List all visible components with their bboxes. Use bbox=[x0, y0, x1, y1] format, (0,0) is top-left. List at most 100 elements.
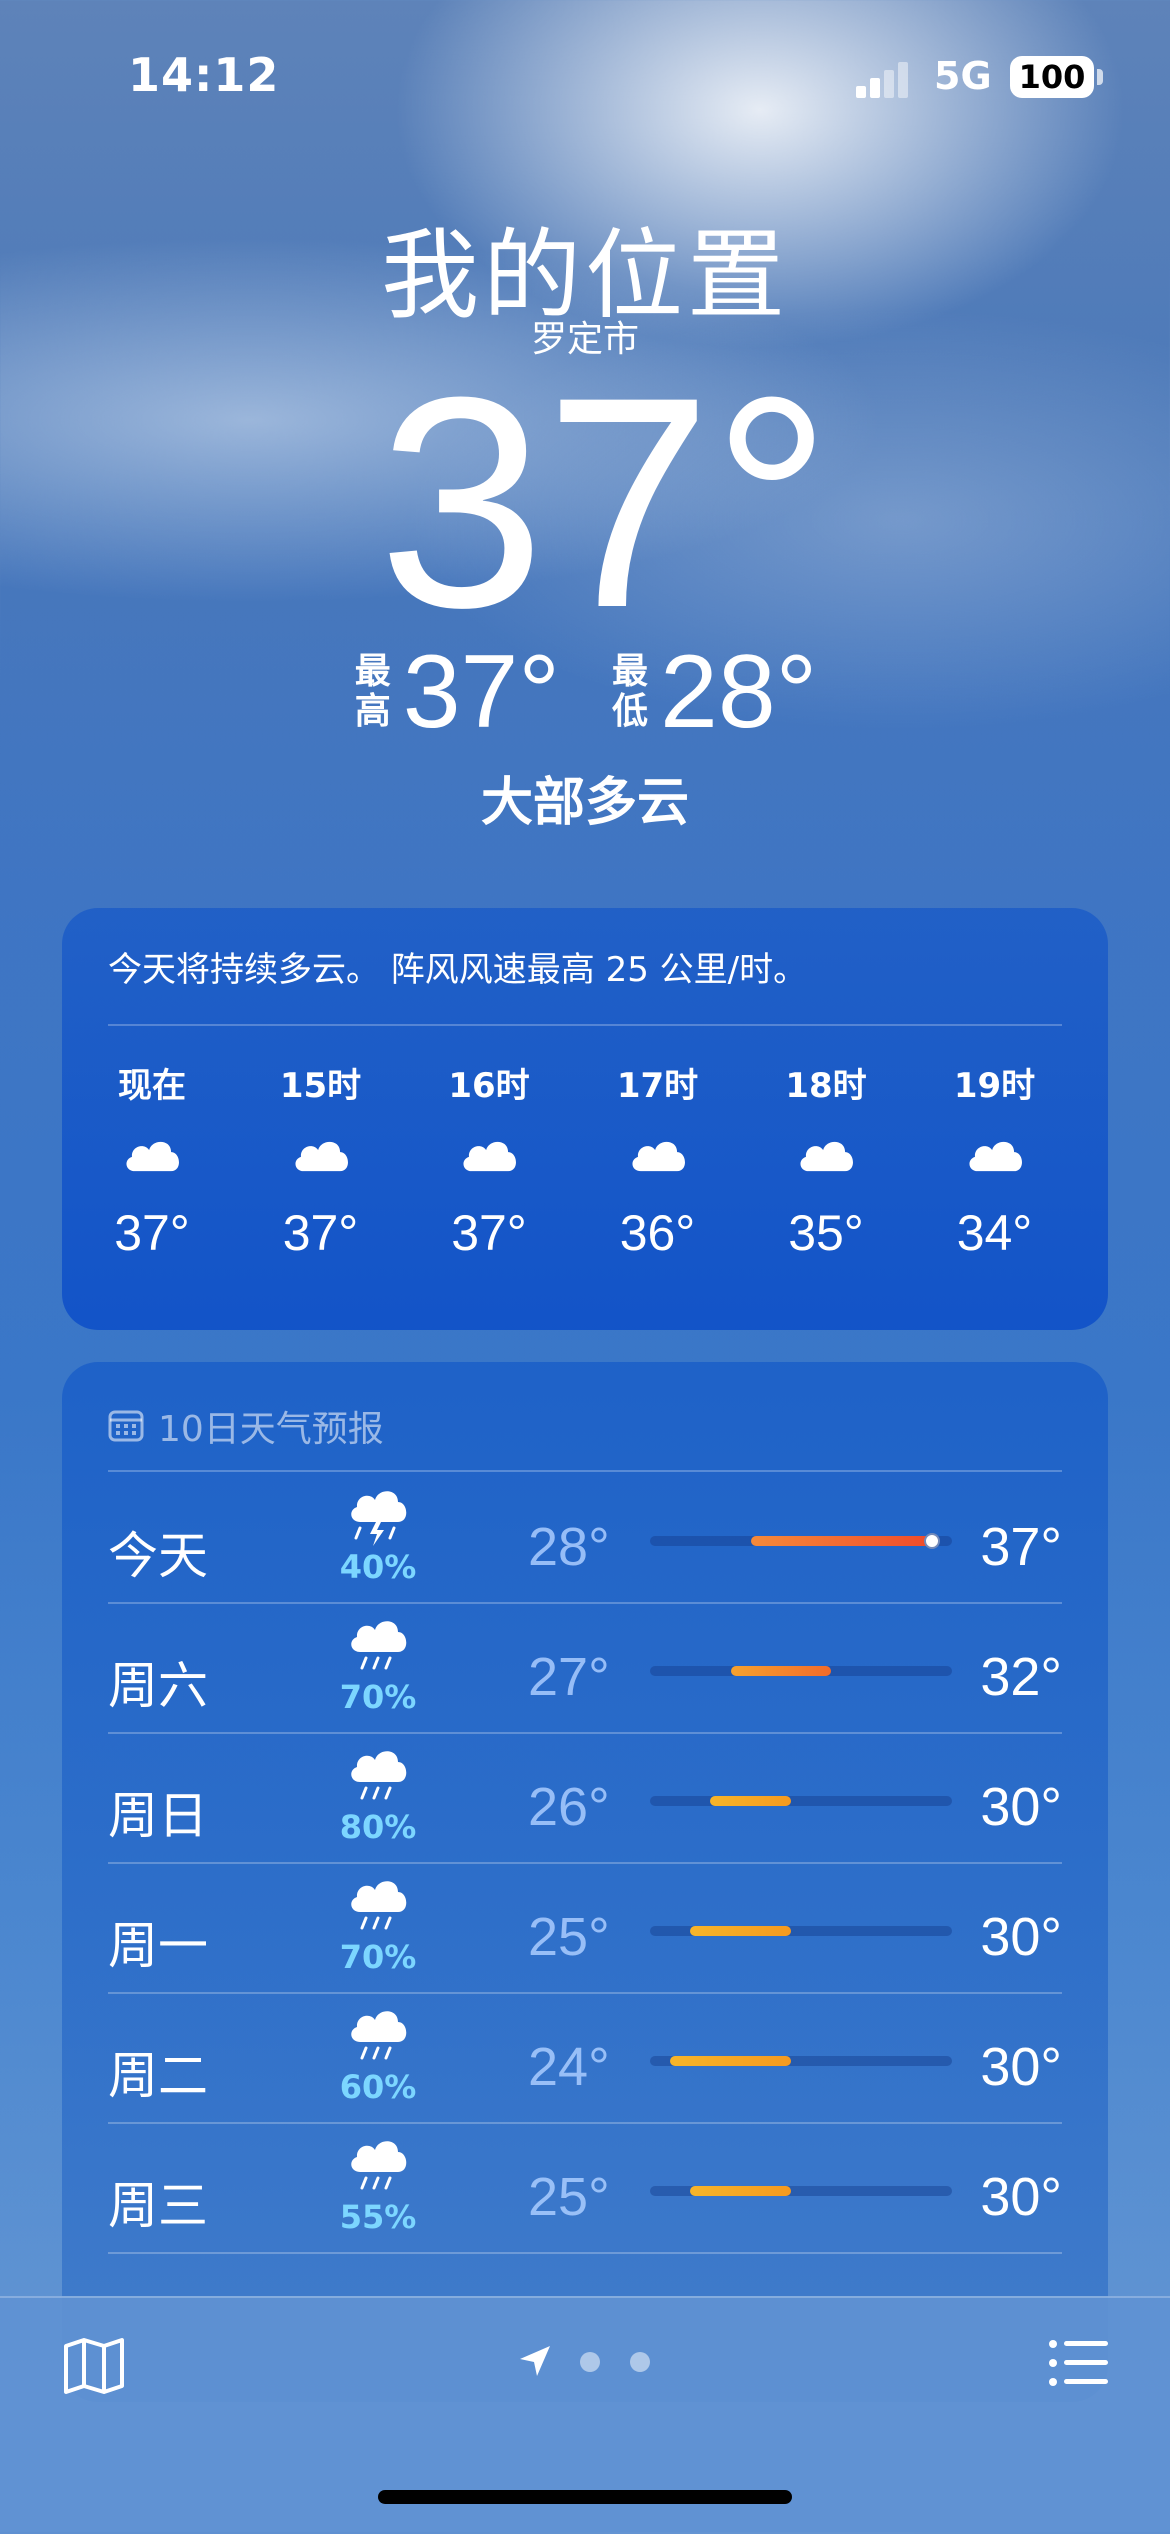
temperature-range-fill bbox=[690, 1926, 791, 1936]
temperature-range-fill bbox=[710, 1796, 791, 1806]
precip-chance: 70% bbox=[339, 1678, 417, 1716]
ten-day-forecast-card[interactable]: 10日天气预报 今天 40% 28° 37° 周六 70% 27° 32° 周日… bbox=[62, 1362, 1108, 2402]
hour-label: 现在 bbox=[118, 1066, 186, 1106]
current-temperature: 37° bbox=[378, 334, 832, 670]
temperature-range-bar bbox=[650, 1666, 952, 1676]
condition-text: 大部多云 bbox=[480, 773, 689, 833]
ten-day-header: 10日天气预报 bbox=[108, 1400, 384, 1452]
temperature-range-bar bbox=[650, 1926, 952, 1936]
hour-temperature: 37° bbox=[114, 1205, 190, 1261]
temperature-range-bar bbox=[650, 2186, 952, 2196]
hour-temperature: 34° bbox=[956, 1205, 1033, 1261]
precip-chance: 80% bbox=[339, 1808, 417, 1846]
hourly-item: 17时 36° bbox=[598, 1058, 718, 1262]
divider bbox=[108, 1470, 1062, 1472]
daily-row[interactable]: 周日 80% 26° 30° bbox=[108, 1734, 1062, 1864]
precip-chance: 60% bbox=[339, 2068, 417, 2106]
page-dot[interactable] bbox=[580, 2352, 600, 2372]
hourly-forecast-card[interactable]: 今天将持续多云。 阵风风速最高 25 公里/时。 现在 37° 15时 37° 16… bbox=[62, 908, 1108, 1330]
hour-label: 19时 bbox=[953, 1066, 1036, 1106]
high-temperature: 30° bbox=[980, 2037, 1062, 2097]
battery-tip bbox=[1097, 69, 1103, 85]
rain-icon bbox=[328, 1618, 428, 1682]
rain-icon bbox=[328, 1748, 428, 1812]
cloud-icon bbox=[598, 1118, 718, 1190]
low-temperature: 25° bbox=[528, 1907, 610, 1967]
hour-temperature: 35° bbox=[788, 1205, 864, 1261]
low-temperature: 24° bbox=[528, 2037, 610, 2097]
divider bbox=[108, 2252, 1062, 2254]
thunderstorm-icon bbox=[328, 1488, 428, 1552]
cloud-icon bbox=[935, 1118, 1055, 1190]
hourly-item: 19时 34° bbox=[935, 1058, 1055, 1262]
high-temperature: 32° bbox=[980, 1647, 1062, 1707]
high-temperature: 37° bbox=[980, 1517, 1062, 1577]
day-label: 周二 bbox=[108, 2047, 208, 2105]
hourly-item: 15时 37° bbox=[261, 1058, 381, 1262]
divider bbox=[108, 1024, 1062, 1026]
temperature-range-bar bbox=[650, 2056, 952, 2066]
temperature-range-bar bbox=[650, 1533, 952, 1549]
daily-weather: 70% bbox=[328, 1618, 428, 1716]
hour-label: 18时 bbox=[785, 1066, 867, 1106]
low-temperature: 28° bbox=[660, 634, 818, 750]
hour-label: 15时 bbox=[279, 1066, 362, 1106]
rain-icon bbox=[328, 2138, 428, 2202]
low-temperature: 26° bbox=[528, 1777, 610, 1837]
low-temperature: 28° bbox=[528, 1517, 610, 1577]
day-label: 周六 bbox=[108, 1657, 208, 1715]
high-label: 最高 bbox=[354, 651, 391, 732]
temperature-range-fill bbox=[690, 2186, 791, 2196]
day-label: 今天 bbox=[108, 1527, 208, 1585]
forecast-summary: 今天将持续多云。 阵风风速最高 25 公里/时。 bbox=[108, 950, 808, 990]
high-temperature: 30° bbox=[980, 1907, 1062, 1967]
cloud-icon bbox=[429, 1118, 549, 1190]
day-label: 周三 bbox=[108, 2177, 208, 2235]
daily-row[interactable]: 周一 70% 25° 30° bbox=[108, 1864, 1062, 1994]
day-label: 周一 bbox=[108, 1917, 208, 1975]
hour-temperature: 37° bbox=[451, 1205, 527, 1261]
high-low-row: 最高 37° 最低 28° bbox=[0, 640, 1170, 744]
daily-weather: 70% bbox=[328, 1878, 428, 1976]
precip-chance: 40% bbox=[339, 1548, 417, 1586]
precip-chance: 55% bbox=[339, 2198, 417, 2236]
high-temperature: 30° bbox=[980, 2167, 1062, 2227]
map-icon[interactable] bbox=[62, 2336, 126, 2396]
cloud-icon bbox=[766, 1118, 886, 1190]
page-dot[interactable] bbox=[630, 2352, 650, 2372]
current-temp-dot bbox=[923, 1533, 940, 1549]
daily-weather: 55% bbox=[328, 2138, 428, 2236]
hour-label: 16时 bbox=[448, 1066, 530, 1106]
daily-weather: 40% bbox=[328, 1488, 428, 1586]
high-temperature: 37° bbox=[402, 634, 560, 750]
signal-icon bbox=[856, 62, 908, 98]
hour-temperature: 37° bbox=[282, 1205, 359, 1261]
daily-weather: 80% bbox=[328, 1748, 428, 1846]
low-temperature: 25° bbox=[528, 2167, 610, 2227]
status-time: 14:12 bbox=[128, 48, 280, 102]
rain-icon bbox=[328, 2008, 428, 2072]
home-indicator[interactable] bbox=[378, 2490, 792, 2504]
daily-row[interactable]: 周二 60% 24° 30° bbox=[108, 1994, 1062, 2124]
day-label: 周日 bbox=[108, 1787, 208, 1845]
list-icon[interactable] bbox=[1048, 2338, 1108, 2388]
hourly-item: 16时 37° bbox=[429, 1058, 549, 1262]
location-arrow-icon[interactable] bbox=[518, 2344, 552, 2378]
precip-chance: 70% bbox=[339, 1938, 417, 1976]
cloud-icon bbox=[261, 1118, 381, 1190]
rain-icon bbox=[328, 1878, 428, 1942]
calendar-icon bbox=[108, 1410, 144, 1442]
temperature-range-bar bbox=[650, 1796, 952, 1806]
daily-weather: 60% bbox=[328, 2008, 428, 2106]
daily-row[interactable]: 周三 55% 25° 30° bbox=[108, 2124, 1062, 2254]
hour-temperature: 36° bbox=[619, 1205, 696, 1261]
battery-indicator: 100 bbox=[1010, 56, 1094, 98]
temperature-range-fill bbox=[750, 1536, 932, 1546]
hourly-item: 现在 37° bbox=[92, 1058, 212, 1262]
daily-row[interactable]: 今天 40% 28° 37° bbox=[108, 1474, 1062, 1604]
network-type: 5G bbox=[934, 54, 992, 98]
ten-day-title: 10日天气预报 bbox=[158, 1409, 384, 1450]
temperature-range-fill bbox=[730, 1666, 832, 1676]
daily-row[interactable]: 周六 70% 27° 32° bbox=[108, 1604, 1062, 1734]
temperature-range-fill bbox=[670, 2056, 791, 2066]
